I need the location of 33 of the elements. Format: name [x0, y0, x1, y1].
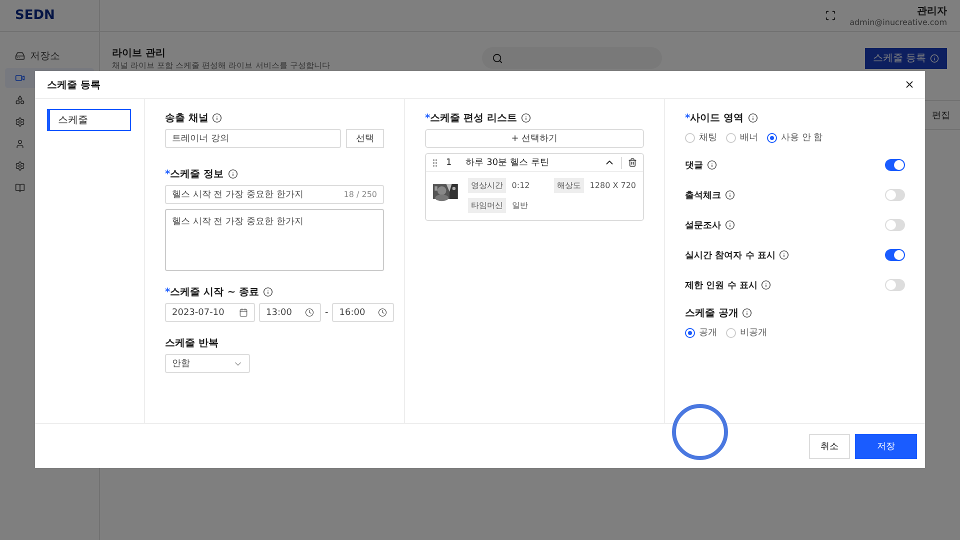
meta-value: 일반 — [512, 200, 529, 211]
logo: SEDN — [0, 0, 99, 32]
field-label: 스케줄 시작 ~ 종료 — [170, 286, 260, 299]
toggle-label: 실시간 참여자 수 표시 — [685, 250, 776, 262]
meta-value: 1280 X 720 — [590, 181, 636, 190]
required-mark: * — [165, 286, 170, 298]
meta-key: 해상도 — [554, 178, 584, 193]
field-label: 스케줄 공개 — [685, 307, 738, 320]
meta-key: 영상시간 — [468, 178, 506, 193]
required-mark: * — [425, 112, 430, 124]
meta-value: 0:12 — [512, 181, 531, 190]
page-description: 채널 라이브 포함 스케줄 편성해 라이브 서비스를 구성합니다 — [112, 60, 331, 70]
char-counter: 18 / 250 — [344, 190, 377, 199]
toggle-label: 댓글 — [685, 160, 703, 172]
field-label: 스케줄 정보 — [170, 168, 224, 181]
toggle-label: 설문조사 — [685, 220, 721, 232]
required-mark: * — [685, 112, 690, 124]
item-title: 하루 30분 헬스 루틴 — [466, 157, 550, 169]
field-label: 스케줄 반복 — [165, 337, 218, 350]
toggle-label: 출석체크 — [685, 190, 721, 202]
field-label: 송출 채널 — [165, 112, 208, 125]
field-label: 사이드 영역 — [690, 112, 744, 125]
dialog-title: 스케줄 등록 — [47, 78, 100, 92]
required-mark: * — [165, 168, 170, 180]
toggle-label: 제한 인원 수 표시 — [685, 280, 758, 292]
field-label: 스케줄 편성 리스트 — [430, 112, 518, 125]
item-index: 1 — [446, 158, 452, 168]
range-separator: - — [325, 308, 328, 318]
user-name: 관리자 — [917, 5, 947, 18]
column-header: 편집 — [932, 110, 950, 122]
meta-key: 타임머신 — [468, 198, 506, 213]
user-email: admin@inucreative.com — [850, 18, 947, 27]
page-title: 라이브 관리 — [112, 46, 166, 60]
